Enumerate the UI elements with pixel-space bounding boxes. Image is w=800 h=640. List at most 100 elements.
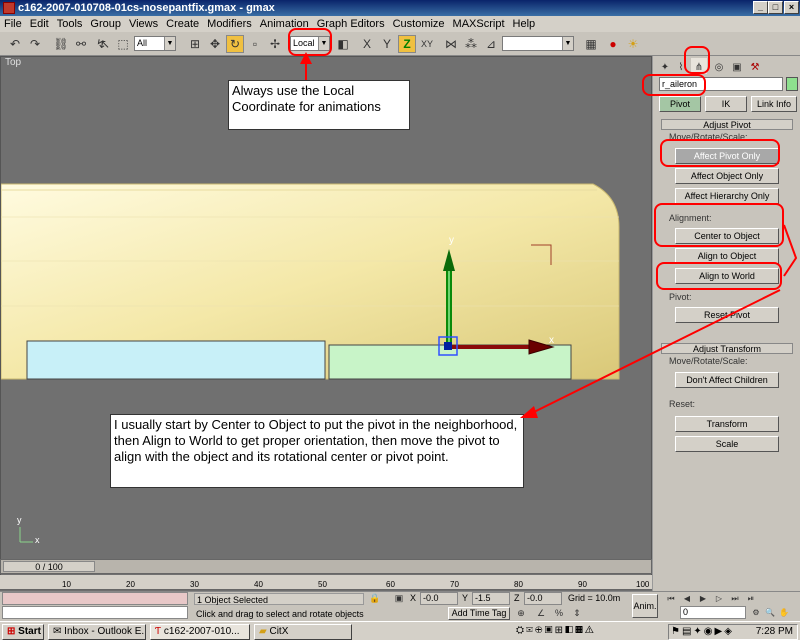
time-slider[interactable]: 0 / 100 [0,559,652,574]
named-selection-dropdown[interactable]: ▼ [502,36,574,51]
adjust-pivot-header[interactable]: Adjust Pivot [661,119,793,130]
tray-icons[interactable]: ⚑▤✦◉▶◈ [669,626,734,637]
unlink-icon[interactable]: ⚯ [72,35,90,53]
pan-icon[interactable]: ✋ [778,606,790,619]
taskbar-outlook[interactable]: ✉ Inbox - Outlook E... [48,624,146,640]
mirror-icon[interactable]: ⋈ [442,35,460,53]
menu-customize[interactable]: Customize [389,16,449,32]
motion-tab-icon[interactable]: ◎ [711,58,727,74]
display-tab-icon[interactable]: ▣ [729,58,745,74]
select-by-name-icon[interactable]: ⊞ [186,35,204,53]
use-pivot-icon[interactable]: ◧ [334,35,352,53]
gizmo-y-label: y [449,235,454,246]
zoom-icon[interactable]: 🔍 [764,606,776,619]
y-coord-field[interactable]: -1.5 [472,592,510,605]
go-to-end-icon[interactable]: ⏭ [728,592,742,605]
pivot-label: Pivot: [669,292,692,302]
taskbar-citx[interactable]: ▰ CitX [254,624,352,640]
x-coord-field[interactable]: -0.0 [420,592,458,605]
title-bar: c162-2007-010708-01cs-nosepantfix.gmax -… [0,0,800,16]
menu-views[interactable]: Views [125,16,162,32]
tab-ik[interactable]: IK [705,96,747,112]
pivot-workflow-note: I usually start by Center to Object to p… [110,414,524,488]
close-button[interactable]: × [784,1,799,14]
taskbar-gmax[interactable]: Ƭ c162-2007-010... [150,624,250,640]
status-bar: 1 Object Selected Click and drag to sele… [0,591,800,621]
track-bar[interactable]: 10 20 30 40 50 60 70 80 90 100 [0,575,652,590]
render-icon[interactable]: ☀ [624,35,642,53]
viewport-top[interactable]: Top y x y x [0,56,652,576]
menu-edit[interactable]: Edit [26,16,53,32]
menu-file[interactable]: File [0,16,26,32]
menu-modifiers[interactable]: Modifiers [203,16,256,32]
tab-link-info[interactable]: Link Info [751,96,797,112]
affect-hierarchy-only-button[interactable]: Affect Hierarchy Only [675,188,779,204]
quick-launch-tray[interactable]: ⛭✉⊕▣⊞◧▦⚠ [516,624,666,640]
align-icon[interactable]: ⊿ [482,35,500,53]
scale-icon[interactable]: ▫ [246,35,264,53]
menu-tools[interactable]: Tools [53,16,87,32]
spinner-snap-icon[interactable]: ⇕ [570,606,584,620]
add-time-tag-button[interactable]: Add Time Tag [448,607,510,620]
link-icon[interactable]: ⛓ [52,35,70,53]
time-slider-thumb[interactable]: 0 / 100 [3,561,95,572]
current-frame-field[interactable]: 0 [680,606,746,619]
menu-maxscript[interactable]: MAXScript [449,16,509,32]
hierarchy-highlight-ring [684,46,710,74]
move-icon[interactable]: ✥ [206,35,224,53]
prompt-line: Click and drag to select and rotate obje… [196,609,364,619]
maximize-button[interactable]: □ [768,1,783,14]
angle-snap-icon[interactable]: ∠ [534,606,548,620]
viewport-scene [1,183,620,543]
dont-affect-children-button[interactable]: Don't Affect Children [675,372,779,388]
maxscript-listener[interactable] [2,592,188,605]
time-config-icon[interactable]: ⚙ [750,606,762,619]
restrict-z-icon[interactable]: Z [398,35,416,53]
menu-group[interactable]: Group [86,16,125,32]
next-frame-icon[interactable]: ▷ [712,592,726,605]
restrict-x-icon[interactable]: X [358,35,376,53]
affect-pivot-highlight-ring [660,139,780,167]
maxscript-mini-listener[interactable] [2,606,188,619]
affect-object-only-button[interactable]: Affect Object Only [675,168,779,184]
previous-frame-icon[interactable]: ◀ [680,592,694,605]
anim-mode-button[interactable]: Anim. [632,594,658,618]
redo-icon[interactable]: ↷ [26,35,44,53]
menu-create[interactable]: Create [162,16,203,32]
pivot-center-icon[interactable]: ✢ [266,35,284,53]
adjust-transform-header[interactable]: Adjust Transform [661,343,793,354]
percent-snap-icon[interactable]: % [552,606,566,620]
chevron-down-icon: ▼ [562,37,573,50]
lock-icon[interactable]: 🔒 [368,592,382,605]
folder-icon: ▰ [259,626,267,637]
key-mode-icon[interactable]: ⏯ [744,592,758,605]
reset-scale-button[interactable]: Scale [675,436,779,452]
track-view-icon[interactable]: ▦ [582,35,600,53]
array-icon[interactable]: ⁂ [462,35,480,53]
z-coord-field[interactable]: -0.0 [524,592,562,605]
undo-icon[interactable]: ↶ [6,35,24,53]
reset-pivot-button[interactable]: Reset Pivot [675,307,779,323]
region-select-icon[interactable]: ⬚ [114,35,132,53]
tick-label: 100 [636,580,650,589]
object-color-swatch[interactable] [786,77,798,91]
material-editor-icon[interactable]: ● [604,35,622,53]
play-icon[interactable]: ▶ [696,592,710,605]
rotate-icon[interactable]: ↻ [226,35,244,53]
snap-icon[interactable]: ⊕ [514,606,528,620]
restrict-xy-icon[interactable]: XY [418,35,436,53]
tab-pivot[interactable]: Pivot [659,96,701,112]
go-to-start-icon[interactable]: ⏮ [664,592,678,605]
reset-transform-button[interactable]: Transform [675,416,779,432]
select-icon[interactable]: ↖ [96,35,114,53]
start-button[interactable]: ⊞ Start [2,624,44,640]
menu-help[interactable]: Help [509,16,540,32]
utilities-tab-icon[interactable]: ⚒ [747,58,763,74]
menu-bar: File Edit Tools Group Views Create Modifiers An… [0,16,800,32]
absolute-mode-icon[interactable]: ▣ [392,592,406,605]
create-tab-icon[interactable]: ✦ [657,58,673,74]
restrict-y-icon[interactable]: Y [378,35,396,53]
minimize-button[interactable]: _ [753,1,768,14]
clock: 7:28 PM [755,626,793,637]
selection-filter-dropdown[interactable]: All ▼ [134,36,176,51]
